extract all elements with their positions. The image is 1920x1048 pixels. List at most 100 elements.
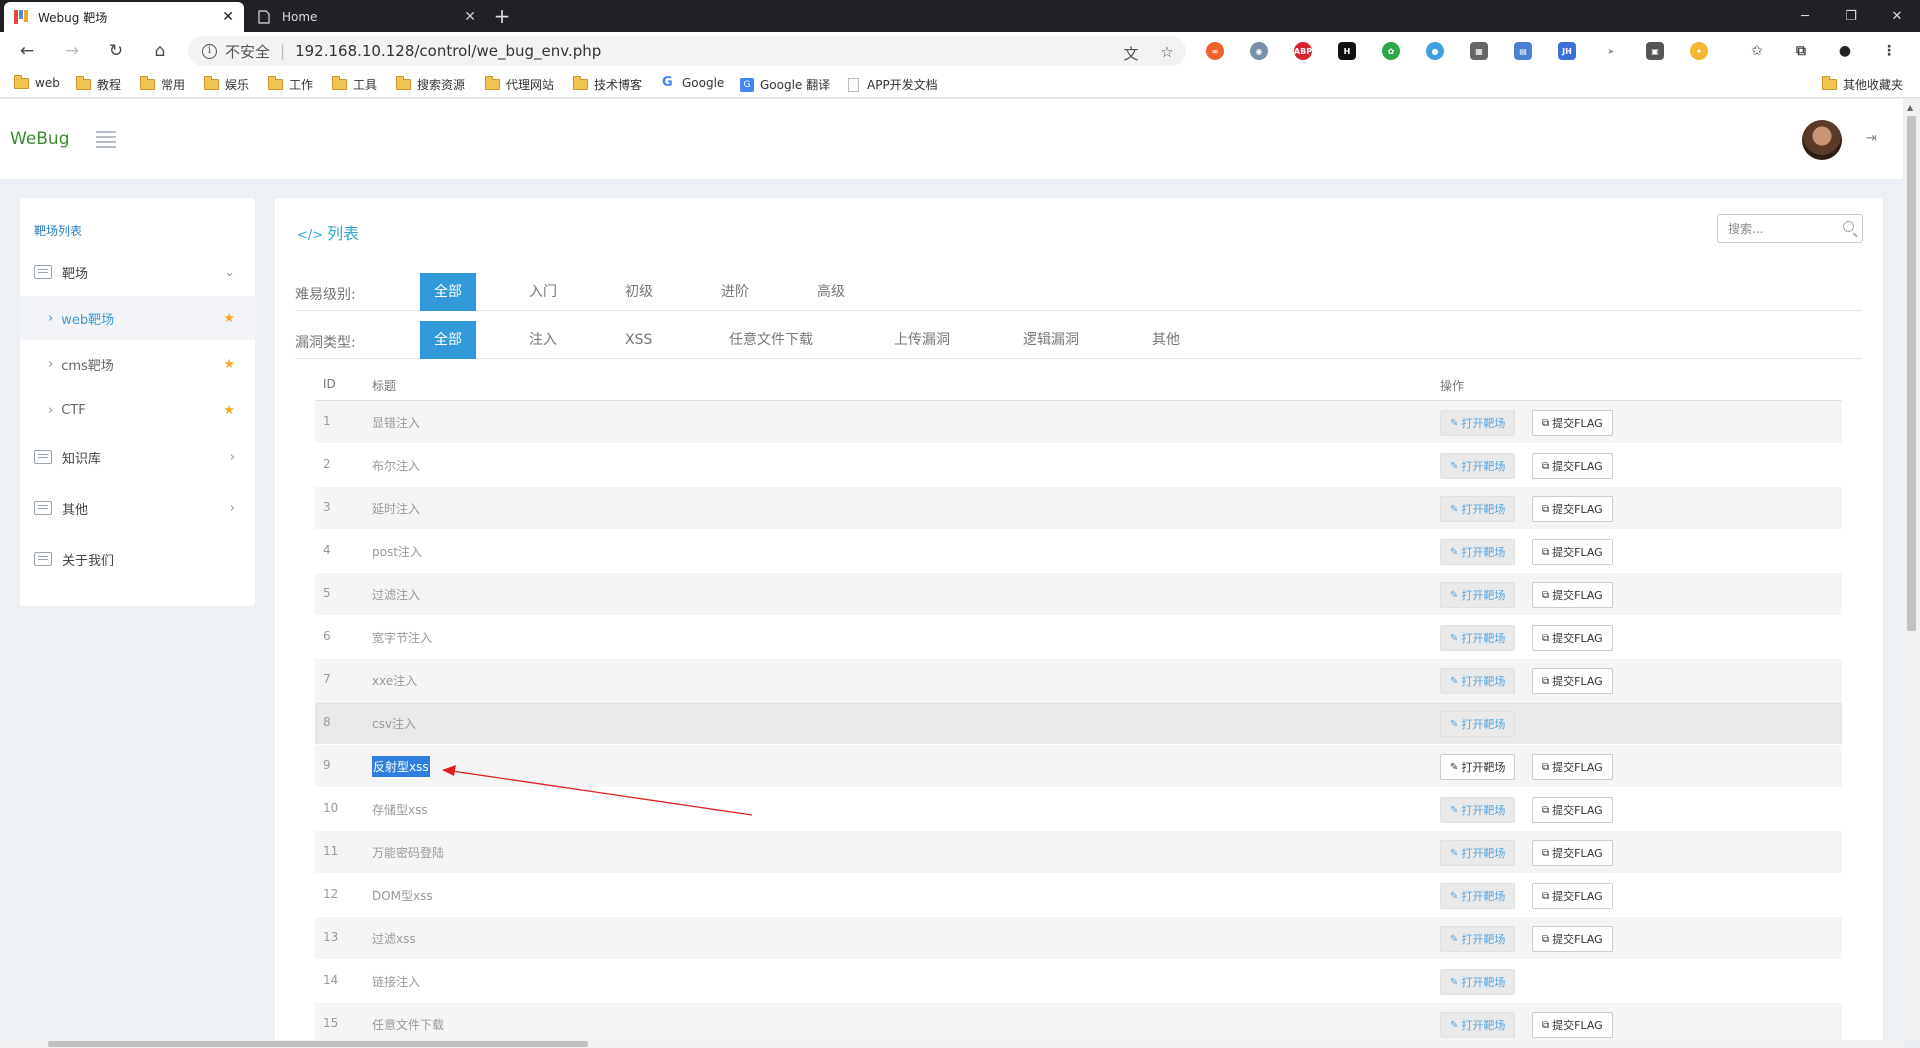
submit-flag-button[interactable]: ⧉ 提交FLAG bbox=[1532, 625, 1613, 651]
bookmark-common[interactable]: 常用 bbox=[140, 76, 185, 93]
open-range-button[interactable]: ✎ 打开靶场 bbox=[1440, 582, 1516, 608]
difficulty-option-intermediate[interactable]: 进阶 bbox=[707, 273, 763, 311]
vuln-option-upload[interactable]: 上传漏洞 bbox=[880, 321, 964, 359]
sidebar-item-other[interactable]: 其他 › bbox=[20, 486, 255, 530]
open-range-button[interactable]: ✎ 打开靶场 bbox=[1440, 797, 1516, 823]
adblock-plus-icon[interactable]: ABP bbox=[1294, 42, 1312, 60]
vuln-option-xss[interactable]: XSS bbox=[611, 321, 666, 359]
bookmark-google-translate[interactable]: G Google 翻译 bbox=[740, 76, 830, 93]
sidebar-item-ctf[interactable]: › CTF ★ bbox=[20, 388, 255, 432]
open-range-button[interactable]: ✎ 打开靶场 bbox=[1440, 496, 1516, 522]
logout-icon[interactable]: ⇥ bbox=[1866, 131, 1877, 146]
submit-flag-button[interactable]: ⧉ 提交FLAG bbox=[1532, 496, 1613, 522]
open-range-button[interactable]: ✎ 打开靶场 bbox=[1440, 840, 1516, 866]
difficulty-option-all[interactable]: 全部 bbox=[420, 273, 476, 311]
tab-close-icon[interactable]: ✕ bbox=[464, 10, 476, 24]
open-range-button[interactable]: ✎ 打开靶场 bbox=[1440, 453, 1516, 479]
search-icon[interactable] bbox=[1843, 221, 1854, 232]
home-icon[interactable]: ⌂ bbox=[147, 39, 173, 63]
sidebar-item-cms-range[interactable]: › cms靶场 ★ bbox=[20, 342, 255, 386]
tab-home[interactable]: Home ✕ bbox=[248, 2, 486, 32]
translate-icon[interactable]: 文 bbox=[1122, 43, 1140, 63]
tab-close-icon[interactable]: ✕ bbox=[222, 10, 234, 24]
forward-icon[interactable]: → bbox=[59, 39, 85, 63]
submit-flag-button[interactable]: ⧉ 提交FLAG bbox=[1532, 539, 1613, 565]
bookmark-entertainment[interactable]: 娱乐 bbox=[204, 76, 249, 93]
ext-screen-icon[interactable]: ▣ bbox=[1646, 42, 1664, 60]
bookmark-star-icon[interactable]: ☆ bbox=[1158, 43, 1176, 61]
difficulty-option-advanced[interactable]: 高级 bbox=[803, 273, 859, 311]
bookmark-tech-blogs[interactable]: 技术博客 bbox=[573, 76, 642, 93]
vuln-option-other[interactable]: 其他 bbox=[1138, 321, 1194, 359]
open-range-button[interactable]: ✎ 打开靶场 bbox=[1440, 883, 1516, 909]
tab-webug[interactable]: Webug 靶场 ✕ bbox=[4, 2, 244, 32]
vuln-option-logic[interactable]: 逻辑漏洞 bbox=[1009, 321, 1093, 359]
vuln-option-all[interactable]: 全部 bbox=[420, 321, 476, 359]
more-menu-icon[interactable]: ⋮ bbox=[1880, 42, 1898, 60]
open-range-button[interactable]: ✎ 打开靶场 bbox=[1440, 1012, 1516, 1038]
vertical-scrollbar[interactable]: ▲ bbox=[1903, 99, 1920, 1040]
difficulty-option-beginner[interactable]: 入门 bbox=[515, 273, 571, 311]
search-input[interactable] bbox=[1728, 221, 1838, 236]
ext-jh-icon[interactable]: JH bbox=[1558, 42, 1576, 60]
new-tab-button[interactable]: + bbox=[490, 4, 514, 28]
url-text[interactable]: 192.168.10.128/control/we_bug_env.php bbox=[295, 42, 601, 60]
scrollbar-thumb[interactable] bbox=[1907, 116, 1916, 631]
open-range-button[interactable]: ✎ 打开靶场 bbox=[1440, 410, 1516, 436]
vuln-option-file-download[interactable]: 任意文件下载 bbox=[715, 321, 827, 359]
minimize-icon[interactable]: ─ bbox=[1782, 0, 1828, 32]
submit-flag-button[interactable]: ⧉ 提交FLAG bbox=[1532, 453, 1613, 479]
bookmark-web[interactable]: web bbox=[14, 74, 60, 90]
address-bar[interactable]: i 不安全 | 192.168.10.128/control/we_bug_en… bbox=[188, 36, 1186, 66]
info-icon[interactable]: i bbox=[202, 43, 217, 59]
bookmark-tools[interactable]: 工具 bbox=[332, 76, 377, 93]
ext-globe-icon[interactable]: ● bbox=[1426, 42, 1444, 60]
submit-flag-button[interactable]: ⧉ 提交FLAG bbox=[1532, 797, 1613, 823]
bookmark-other[interactable]: 其他收藏夹 bbox=[1822, 76, 1903, 93]
vuln-option-injection[interactable]: 注入 bbox=[515, 321, 571, 359]
submit-flag-button[interactable]: ⧉ 提交FLAG bbox=[1532, 1012, 1613, 1038]
reload-icon[interactable]: ↻ bbox=[103, 39, 129, 63]
bookmark-tutorial[interactable]: 教程 bbox=[76, 76, 121, 93]
ext-2-icon[interactable]: ◉ bbox=[1250, 42, 1268, 60]
sidebar-item-about[interactable]: 关于我们 bbox=[20, 537, 255, 581]
ext-cursor-icon[interactable]: ➤ bbox=[1602, 42, 1620, 60]
ext-calc-icon[interactable]: ▤ bbox=[1514, 42, 1532, 60]
favorites-icon[interactable]: ✩ bbox=[1748, 42, 1766, 60]
submit-flag-button[interactable]: ⧉ 提交FLAG bbox=[1532, 582, 1613, 608]
ext-1-icon[interactable]: ∞ bbox=[1206, 42, 1224, 60]
open-range-button[interactable]: ✎ 打开靶场 bbox=[1440, 539, 1516, 565]
sidebar-item-web-range[interactable]: › web靶场 ★ bbox=[20, 296, 255, 340]
ext-color-icon[interactable]: ✦ bbox=[1690, 42, 1708, 60]
open-range-button[interactable]: ✎ 打开靶场 bbox=[1440, 711, 1516, 737]
open-range-button[interactable]: ✎ 打开靶场 bbox=[1440, 625, 1516, 651]
baidu-paw-icon[interactable]: ✿ bbox=[1382, 42, 1400, 60]
sidebar-item-range[interactable]: 靶场 ⌄ bbox=[20, 250, 255, 294]
submit-flag-button[interactable]: ⧉ 提交FLAG bbox=[1532, 926, 1613, 952]
submit-flag-button[interactable]: ⧉ 提交FLAG bbox=[1532, 754, 1613, 780]
bookmark-work[interactable]: 工作 bbox=[268, 76, 313, 93]
window-close-icon[interactable]: ✕ bbox=[1874, 0, 1920, 32]
menu-toggle-icon[interactable] bbox=[96, 131, 116, 148]
ext-qr-icon[interactable]: ▦ bbox=[1470, 42, 1488, 60]
restore-icon[interactable]: ❐ bbox=[1828, 0, 1874, 32]
submit-flag-button[interactable]: ⧉ 提交FLAG bbox=[1532, 883, 1613, 909]
horizontal-scrollbar[interactable] bbox=[0, 1040, 1903, 1048]
open-range-button[interactable]: ✎ 打开靶场 bbox=[1440, 969, 1516, 995]
bookmark-proxy-sites[interactable]: 代理网站 bbox=[485, 76, 554, 93]
submit-flag-button[interactable]: ⧉ 提交FLAG bbox=[1532, 840, 1613, 866]
back-icon[interactable]: ← bbox=[14, 39, 40, 63]
submit-flag-button[interactable]: ⧉ 提交FLAG bbox=[1532, 410, 1613, 436]
collections-icon[interactable]: ⧉ bbox=[1792, 42, 1810, 60]
open-range-button[interactable]: ✎ 打开靶场 bbox=[1440, 668, 1516, 694]
bookmark-search-resources[interactable]: 搜索资源 bbox=[396, 76, 465, 93]
bookmark-google[interactable]: G Google bbox=[662, 76, 724, 91]
brand-logo[interactable]: WeBug bbox=[10, 129, 70, 149]
scrollbar-thumb[interactable] bbox=[48, 1041, 588, 1047]
scroll-up-icon[interactable]: ▲ bbox=[1907, 103, 1913, 112]
open-range-button[interactable]: ✎ 打开靶场 bbox=[1440, 754, 1516, 780]
profile-icon[interactable]: ● bbox=[1836, 42, 1854, 60]
submit-flag-button[interactable]: ⧉ 提交FLAG bbox=[1532, 668, 1613, 694]
difficulty-option-elementary[interactable]: 初级 bbox=[611, 273, 667, 311]
avatar[interactable] bbox=[1802, 120, 1842, 160]
